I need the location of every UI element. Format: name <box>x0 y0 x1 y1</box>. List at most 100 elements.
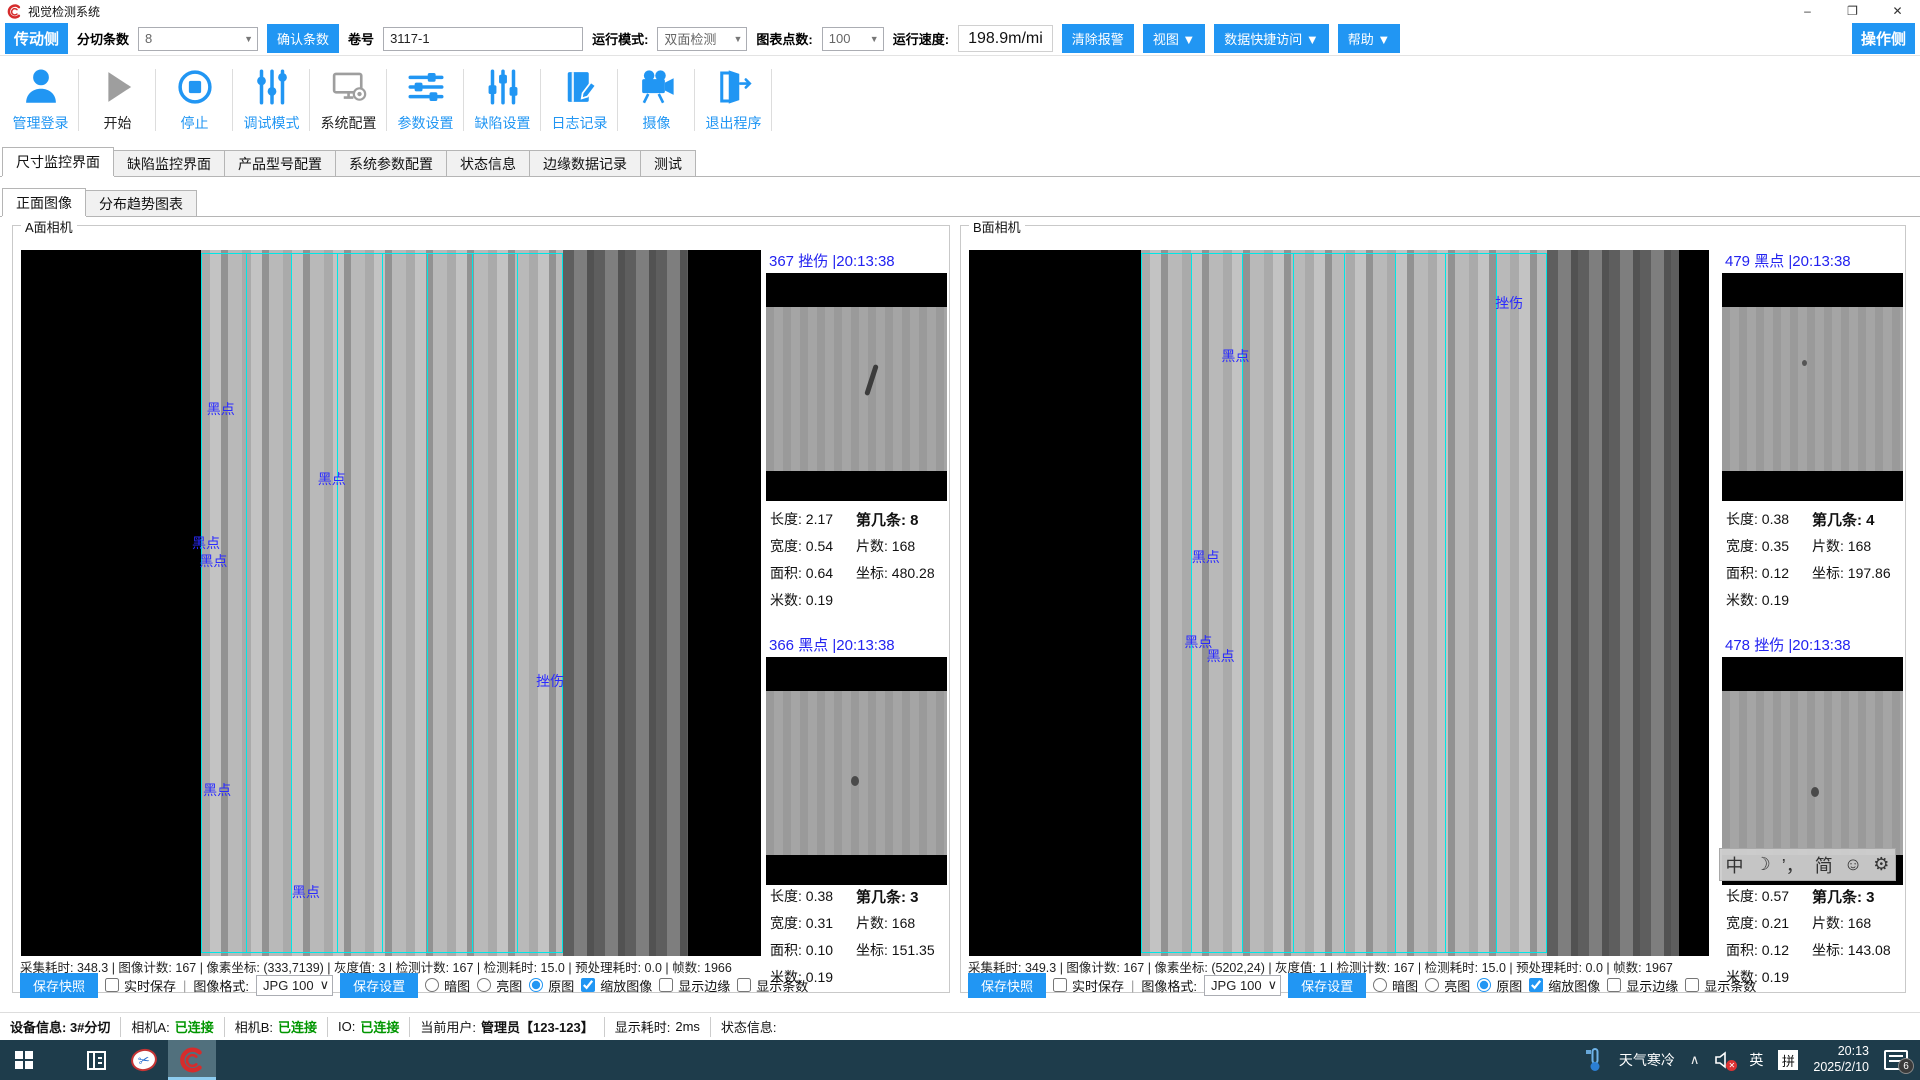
tab-2[interactable]: 产品型号配置 <box>224 150 336 176</box>
ime-smiley-icon[interactable]: ☺ <box>1844 854 1862 875</box>
minimize-button[interactable]: – <box>1785 0 1830 22</box>
main-tab-strip: 尺寸监控界面缺陷监控界面产品型号配置系统参数配置状态信息边缘数据记录测试 <box>0 148 1920 177</box>
save-settings-button[interactable]: 保存设置 <box>1288 973 1366 998</box>
run-mode-select[interactable]: 双面检测 ▼ <box>657 27 747 51</box>
checkbox-input[interactable] <box>659 978 673 992</box>
chart-points-select[interactable]: 100 ▼ <box>822 27 884 51</box>
image-view-radio-2[interactable]: 原图 <box>529 976 574 995</box>
display-option-checkbox-0[interactable]: 缩放图像 <box>581 976 652 995</box>
toolbutton-sliders-h[interactable]: 参数设置 <box>387 57 464 145</box>
radio-input[interactable] <box>1425 978 1439 992</box>
clear-alarm-button[interactable]: 清除报警 <box>1062 24 1134 53</box>
roll-number-input[interactable] <box>383 27 583 51</box>
defect-thumbnail[interactable] <box>1722 273 1903 501</box>
task-view-button[interactable] <box>72 1040 120 1080</box>
toolbutton-camera[interactable]: 摄像 <box>618 57 695 145</box>
toolbutton-sliders-v2[interactable]: 缺陷设置 <box>464 57 541 145</box>
save-snapshot-button[interactable]: 保存快照 <box>968 973 1046 998</box>
checkbox-input[interactable] <box>1607 978 1621 992</box>
vision-app-taskbar-button[interactable] <box>168 1040 216 1080</box>
checkbox-input[interactable] <box>1529 978 1543 992</box>
radio-input[interactable] <box>1373 978 1387 992</box>
defect-entry-header[interactable]: 478 挫伤 |20:13:38 <box>1725 634 1851 655</box>
close-button[interactable]: ✕ <box>1875 0 1920 22</box>
view-menu-button[interactable]: 视图 ▼ <box>1143 24 1205 53</box>
snipping-tool-button[interactable]: ✂ <box>120 1040 168 1080</box>
ime-language-bar[interactable]: 中 ☽ ’， 简 ☺ ⚙ <box>1719 848 1896 881</box>
maximize-button[interactable]: ❐ <box>1830 0 1875 22</box>
checkbox-input[interactable] <box>737 978 751 992</box>
subtab-0[interactable]: 正面图像 <box>2 188 86 216</box>
help-menu-button[interactable]: 帮助 ▼ <box>1338 24 1400 53</box>
tab-4[interactable]: 状态信息 <box>446 150 530 176</box>
ime-settings-gear-icon[interactable]: ⚙ <box>1873 854 1889 875</box>
stop-icon <box>174 66 216 108</box>
image-view-radio-0[interactable]: 暗图 <box>425 976 470 995</box>
subtab-1[interactable]: 分布趋势图表 <box>85 190 197 216</box>
ime-pinyin-indicator[interactable]: 拼 <box>1778 1050 1798 1070</box>
radio-input[interactable] <box>425 978 439 992</box>
ime-moon-icon[interactable]: ☽ <box>1755 854 1771 875</box>
ime-punctuation[interactable]: ’， <box>1782 852 1804 878</box>
defect-entry-header[interactable]: 479 黑点 |20:13:38 <box>1725 250 1851 271</box>
defect-entry-header[interactable]: 367 挫伤 |20:13:38 <box>769 250 895 271</box>
toolbutton-monitor-gear[interactable]: 系统配置 <box>310 57 387 145</box>
tab-6[interactable]: 测试 <box>640 150 696 176</box>
data-quick-access-button[interactable]: 数据快捷访问 ▼ <box>1214 24 1328 53</box>
toolbutton-exit[interactable]: 退出程序 <box>695 57 772 145</box>
tab-5[interactable]: 边缘数据记录 <box>529 150 641 176</box>
defect-thumbnail[interactable] <box>766 273 947 501</box>
image-view-radio-0[interactable]: 暗图 <box>1373 976 1418 995</box>
toolbutton-user[interactable]: 管理登录 <box>2 57 79 145</box>
checkbox-input[interactable] <box>105 978 119 992</box>
defect-entry-header[interactable]: 366 黑点 |20:13:38 <box>769 634 895 655</box>
defect-label-scratch: 挫伤 <box>1495 293 1523 313</box>
display-option-checkbox-0[interactable]: 缩放图像 <box>1529 976 1600 995</box>
defect-thumbnail[interactable] <box>766 657 947 885</box>
app-logo-icon <box>7 4 22 19</box>
hidden-icons-chevron[interactable]: ∧ <box>1690 1052 1700 1068</box>
realtime-save-checkbox[interactable]: 实时保存 <box>105 976 176 995</box>
display-option-checkbox-1[interactable]: 显示边缘 <box>1607 976 1678 995</box>
toolbutton-sliders-v[interactable]: 调试模式 <box>233 57 310 145</box>
start-button[interactable] <box>0 1040 48 1080</box>
notification-center-button[interactable]: 6 <box>1884 1050 1908 1070</box>
operator-side-button[interactable]: 操作侧 <box>1852 23 1915 54</box>
drive-side-button[interactable]: 传动侧 <box>5 23 68 54</box>
checkbox-input[interactable] <box>1053 978 1067 992</box>
toolbutton-label: 停止 <box>181 113 209 133</box>
taskbar-clock[interactable]: 20:13 2025/2/10 <box>1813 1044 1869 1075</box>
toolbutton-play[interactable]: 开始 <box>79 57 156 145</box>
image-view-radio-1[interactable]: 亮图 <box>477 976 522 995</box>
cut-count-select[interactable]: 8 ▼ <box>138 27 258 51</box>
weather-text[interactable]: 天气寒冷 <box>1619 1050 1675 1070</box>
tab-0[interactable]: 尺寸监控界面 <box>2 147 114 176</box>
tab-1[interactable]: 缺陷监控界面 <box>113 150 225 176</box>
separator: | <box>183 978 186 993</box>
checkbox-input[interactable] <box>1685 978 1699 992</box>
save-settings-button[interactable]: 保存设置 <box>340 973 418 998</box>
display-option-checkbox-1[interactable]: 显示边缘 <box>659 976 730 995</box>
image-format-select[interactable]: JPG 100∨ <box>1204 975 1281 996</box>
save-snapshot-button[interactable]: 保存快照 <box>20 973 98 998</box>
image-view-radio-2[interactable]: 原图 <box>1477 976 1522 995</box>
display-option-checkbox-2[interactable]: 显示条数 <box>737 976 808 995</box>
image-format-select[interactable]: JPG 100∨ <box>256 975 333 996</box>
speaker-muted-icon[interactable]: ✕ <box>1714 1051 1734 1069</box>
ime-chinese-mode[interactable]: 中 <box>1726 852 1744 878</box>
radio-input[interactable] <box>529 978 543 992</box>
ime-simplified[interactable]: 简 <box>1815 852 1833 878</box>
confirm-count-button[interactable]: 确认条数 <box>267 24 339 53</box>
realtime-save-checkbox[interactable]: 实时保存 <box>1053 976 1124 995</box>
image-view-radio-1[interactable]: 亮图 <box>1425 976 1470 995</box>
toolbutton-journal[interactable]: 日志记录 <box>541 57 618 145</box>
defect-mark-speck <box>1802 360 1807 366</box>
toolbutton-stop[interactable]: 停止 <box>156 57 233 145</box>
radio-input[interactable] <box>477 978 491 992</box>
display-option-checkbox-2[interactable]: 显示条数 <box>1685 976 1756 995</box>
thermometer-icon[interactable] <box>1586 1048 1604 1072</box>
language-indicator[interactable]: 英 <box>1749 1050 1763 1070</box>
tab-3[interactable]: 系统参数配置 <box>335 150 447 176</box>
radio-input[interactable] <box>1477 978 1491 992</box>
checkbox-input[interactable] <box>581 978 595 992</box>
